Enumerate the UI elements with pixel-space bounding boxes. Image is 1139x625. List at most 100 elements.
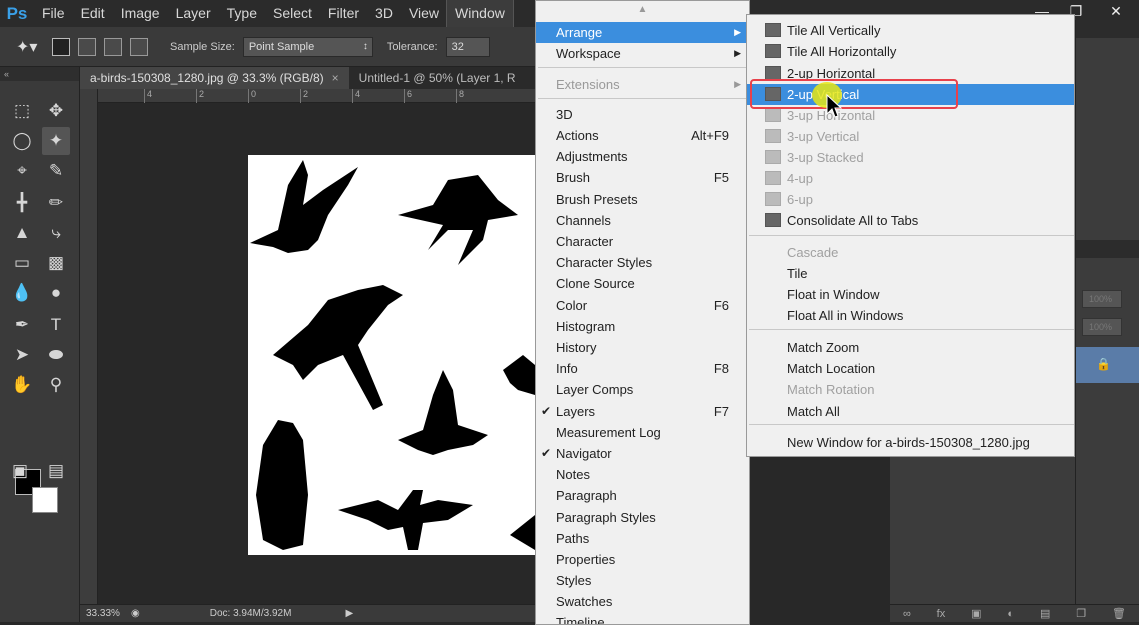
tab-birds-document[interactable]: a-birds-150308_1280.jpg @ 33.3% (RGB/8) × [80,67,349,89]
arrange-item-tile-all-vertically[interactable]: Tile All Vertically [747,20,1074,41]
magic-wand-icon[interactable]: ✦▾ [16,35,52,59]
window-menu-item-channels[interactable]: Channels [536,210,749,231]
window-menu-item-paragraph[interactable]: Paragraph [536,485,749,506]
canvas-area[interactable] [98,103,535,604]
window-menu-item-navigator[interactable]: ✔ Navigator [536,443,749,464]
window-menu-item-color[interactable]: Color F6 [536,295,749,316]
arrange-item-tile-all-horizontally[interactable]: Tile All Horizontally [747,41,1074,62]
window-menu-item-paths[interactable]: Paths [536,528,749,549]
menu-file[interactable]: File [34,0,73,27]
quick-mask-icon[interactable]: ▣ [6,457,34,485]
eraser-icon[interactable]: ▭ [8,249,36,277]
ellipse-icon[interactable]: ⬬ [42,341,70,369]
window-menu-item-notes[interactable]: Notes [536,464,749,485]
lasso-icon[interactable]: ◯ [8,127,36,155]
tab-untitled-document[interactable]: Untitled-1 @ 50% (Layer 1, R [349,67,526,89]
window-menu-item-arrange[interactable]: Arrange ▶ [536,22,749,43]
window-menu-item-actions[interactable]: Actions Alt+F9 [536,125,749,146]
crop-icon[interactable]: ⌖ [8,157,36,185]
zoom-level[interactable]: 33.33% [80,608,125,619]
window-menu-item-brush[interactable]: Brush F5 [536,167,749,188]
add-selection-button[interactable] [78,37,96,56]
menu-type[interactable]: Type [219,0,265,27]
fill-field[interactable]: 100% [1082,318,1122,336]
window-menu-item-layer-comps[interactable]: Layer Comps [536,379,749,400]
menu-select[interactable]: Select [265,0,320,27]
intersect-selection-button[interactable] [130,37,148,56]
window-menu-item-history[interactable]: History [536,337,749,358]
arrange-item-match-all[interactable]: Match All [747,401,1074,422]
arrange-item-match-location[interactable]: Match Location [747,358,1074,379]
window-menu-item-styles[interactable]: Styles [536,570,749,591]
window-menu-item-properties[interactable]: Properties [536,549,749,570]
new-selection-button[interactable] [52,37,70,56]
window-menu-item-paragraph-styles[interactable]: Paragraph Styles [536,507,749,528]
window-menu-item-3d[interactable]: 3D [536,104,749,125]
new-layer-icon[interactable]: ❐ [1076,607,1086,620]
document-canvas[interactable] [248,155,535,555]
arrange-item-float-in-window[interactable]: Float in Window [747,284,1074,305]
clone-stamp-icon[interactable]: ▲ [8,219,36,247]
new-group-icon[interactable]: ▤ [1040,607,1050,620]
zoom-icon[interactable]: ⚲ [42,371,70,399]
background-color-swatch[interactable] [32,487,58,513]
move-icon[interactable]: ✥ [42,97,70,125]
status-expand-icon[interactable]: ▶ [345,608,353,619]
screen-mode-icon[interactable]: ▤ [42,457,70,485]
window-menu-item-brush-presets[interactable]: Brush Presets [536,189,749,210]
gradient-icon[interactable]: ▩ [42,249,70,277]
menu-edit[interactable]: Edit [73,0,113,27]
subtract-selection-button[interactable] [104,37,122,56]
fx-icon[interactable]: fx [937,608,946,620]
window-menu-item-clone-source[interactable]: Clone Source [536,273,749,294]
window-menu-item-character-styles[interactable]: Character Styles [536,252,749,273]
eyedropper-icon[interactable]: ✎ [42,157,70,185]
hand-icon[interactable]: ✋ [8,371,36,399]
status-info-icon[interactable]: ◉ [131,608,140,619]
close-button[interactable]: ✕ [1093,0,1139,22]
history-brush-icon[interactable]: ⤷ [42,219,70,247]
window-menu-item-histogram[interactable]: Histogram [536,316,749,337]
menu-3d[interactable]: 3D [367,0,401,27]
menu-item-label: Workspace [556,46,621,61]
add-mask-icon[interactable]: ▣ [971,607,981,620]
layer-row-background[interactable]: 🔒 [1076,347,1139,383]
window-menu-item-layers[interactable]: ✔ Layers F7 [536,401,749,422]
blur-icon[interactable]: 💧 [8,279,36,307]
menu-image[interactable]: Image [113,0,168,27]
window-menu-item-character[interactable]: Character [536,231,749,252]
tolerance-input[interactable]: 32 [445,36,490,57]
opacity-field[interactable]: 100% [1082,290,1122,308]
window-menu-item-workspace[interactable]: Workspace ▶ [536,43,749,64]
healing-brush-icon[interactable]: ╋ [8,189,36,217]
window-menu-item-info[interactable]: Info F8 [536,358,749,379]
arrange-item-consolidate-all-to-tabs[interactable]: Consolidate All to Tabs [747,210,1074,231]
close-tab-icon[interactable]: × [332,71,339,85]
arrange-item-tile[interactable]: Tile [747,263,1074,284]
dodge-icon[interactable]: ● [42,279,70,307]
scroll-up-icon[interactable]: ▲ [536,1,749,19]
arrange-item-float-all-in-windows[interactable]: Float All in Windows [747,305,1074,326]
delete-layer-icon[interactable]: 🗑 [1112,607,1126,620]
toolbox-collapse-icon[interactable]: « [0,67,79,81]
arrange-item-new-window-for-a-birds-150308-1280-jpg[interactable]: New Window for a-birds-150308_1280.jpg [747,432,1074,453]
pen-icon[interactable]: ✒ [8,311,36,339]
window-menu-item-swatches[interactable]: Swatches [536,591,749,612]
sample-size-select[interactable]: Point Sample [242,36,373,57]
magic-wand-tool-icon[interactable]: ✦ [42,127,70,155]
menu-layer[interactable]: Layer [168,0,219,27]
menu-filter[interactable]: Filter [320,0,367,27]
brush-icon[interactable]: ✏ [42,189,70,217]
menu-view[interactable]: View [401,0,447,27]
adjustment-layer-icon[interactable]: ◐ [1007,608,1014,620]
window-menu-item-adjustments[interactable]: Adjustments [536,146,749,167]
window-menu-item-measurement-log[interactable]: Measurement Log [536,422,749,443]
link-layers-icon[interactable]: ∞ [903,608,911,620]
arrange-item-match-zoom[interactable]: Match Zoom [747,337,1074,358]
menu-window[interactable]: Window [446,0,514,28]
path-selection-icon[interactable]: ➤ [8,341,36,369]
window-menu-item-timeline[interactable]: Timeline [536,612,749,624]
type-icon[interactable]: T [42,311,70,339]
ruler-tick: 4 [144,89,152,103]
marquee-icon[interactable]: ⬚ [8,97,36,125]
